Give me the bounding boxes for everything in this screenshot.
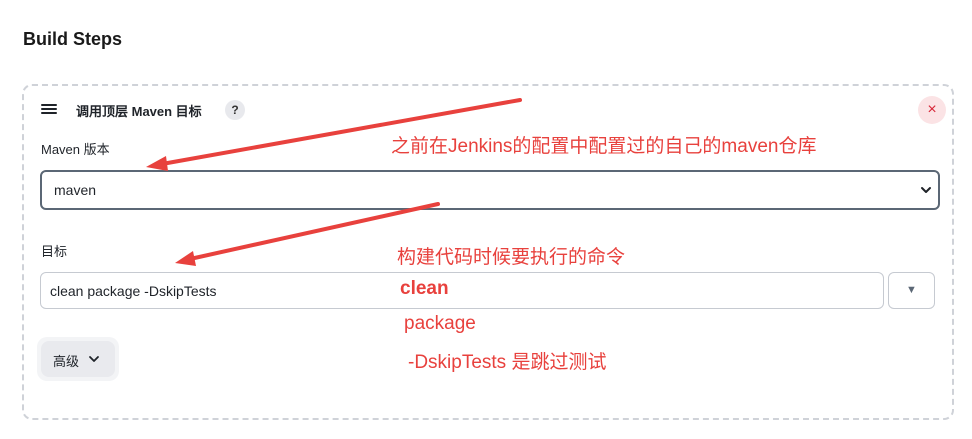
step-title: 调用顶层 Maven 目标	[76, 104, 202, 119]
section-title: Build Steps	[23, 29, 123, 49]
annotation-clean: clean	[400, 278, 449, 299]
goals-input[interactable]: clean package -DskipTests	[40, 272, 884, 309]
drag-handle-icon[interactable]	[41, 104, 57, 116]
maven-version-label: Maven 版本	[41, 142, 110, 157]
goals-label: 目标	[41, 244, 68, 259]
advanced-button[interactable]: 高级	[41, 341, 115, 377]
advanced-label: 高级	[53, 354, 80, 369]
annotation-goals-note: 构建代码时候要执行的命令	[397, 247, 626, 268]
maven-version-select[interactable]: maven	[40, 170, 940, 210]
close-step-button[interactable]: ×	[918, 96, 946, 124]
goals-value: clean package -DskipTests	[50, 283, 217, 299]
help-icon[interactable]: ?	[225, 100, 245, 120]
page: Build Steps 调用顶层 Maven 目标 ? × Maven 版本 m…	[0, 0, 972, 439]
annotation-skiptests: -DskipTests 是跳过测试	[408, 352, 607, 373]
annotation-package: package	[404, 313, 476, 334]
maven-version-value: maven	[54, 182, 97, 198]
chevron-down-icon	[89, 356, 99, 362]
chevron-down-icon	[921, 187, 931, 193]
annotation-maven-note: 之前在Jenkins的配置中配置过的自己的maven仓库	[391, 136, 817, 157]
expand-goals-button[interactable]: ▼	[888, 272, 935, 309]
